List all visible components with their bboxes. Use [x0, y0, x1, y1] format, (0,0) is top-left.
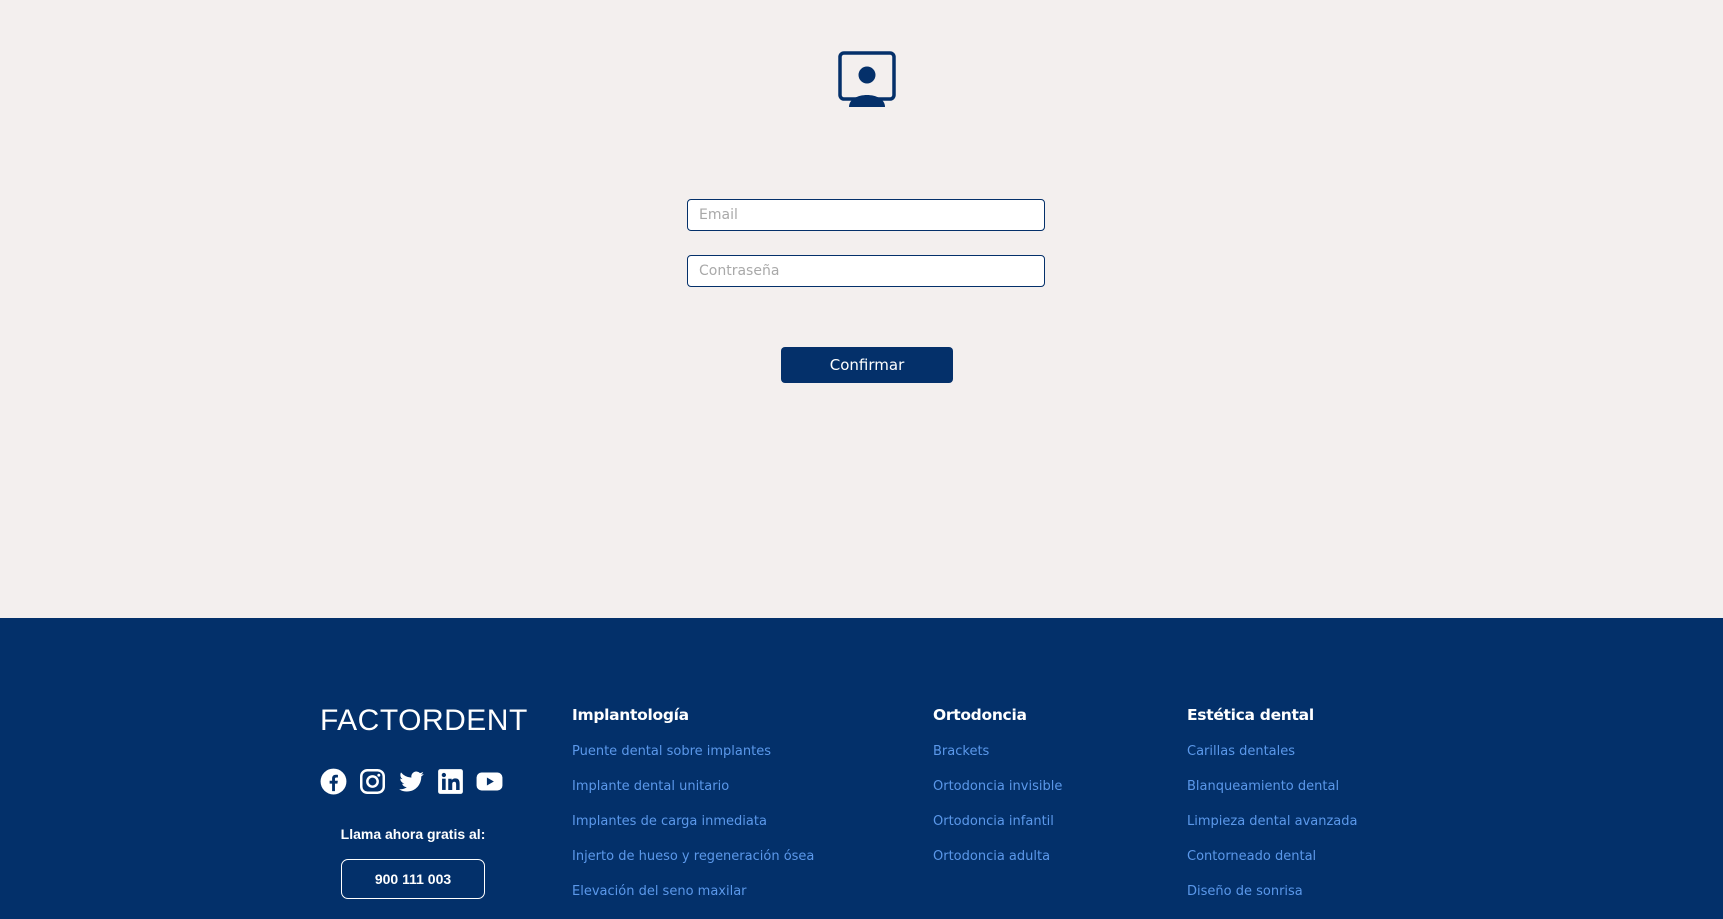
youtube-icon[interactable]	[476, 768, 503, 795]
login-section: Confirmar	[0, 0, 1723, 618]
footer-link[interactable]: Ortodoncia infantil	[933, 814, 1054, 829]
instagram-icon[interactable]	[359, 768, 386, 795]
footer-link[interactable]: Implante dental unitario	[572, 779, 729, 794]
phone-button[interactable]: 900 111 003	[341, 859, 485, 899]
footer-brand: FACTORDENT	[320, 704, 528, 737]
footer-link[interactable]: Contorneado dental	[1187, 849, 1316, 864]
column-title: Ortodoncia	[933, 706, 1027, 724]
footer-link[interactable]: Diseño de sonrisa	[1187, 884, 1303, 899]
footer-link[interactable]: Ortodoncia invisible	[933, 779, 1062, 794]
twitter-icon[interactable]	[398, 768, 425, 795]
linkedin-icon[interactable]	[437, 768, 464, 795]
footer-link[interactable]: Blanqueamiento dental	[1187, 779, 1339, 794]
confirm-button[interactable]: Confirmar	[781, 347, 953, 383]
footer-link[interactable]: Limpieza dental avanzada	[1187, 814, 1357, 829]
footer-column-implantologia: Implantología Puente dental sobre implan…	[572, 706, 814, 915]
column-title: Estética dental	[1187, 706, 1314, 724]
email-field[interactable]	[687, 199, 1045, 231]
footer-link[interactable]: Elevación del seno maxilar	[572, 884, 747, 899]
call-label: Llama ahora gratis al:	[340, 826, 486, 842]
password-field[interactable]	[687, 255, 1045, 287]
social-links	[320, 768, 503, 795]
footer-link[interactable]: Carillas dentales	[1187, 744, 1295, 759]
footer-column-ortodoncia: Ortodoncia Brackets Ortodoncia invisible…	[933, 706, 1062, 880]
footer-link[interactable]: Puente dental sobre implantes	[572, 744, 771, 759]
footer-link[interactable]: Ortodoncia adulta	[933, 849, 1050, 864]
footer: FACTORDENT Llama ahora gratis al: 900 11…	[0, 618, 1723, 919]
facebook-icon[interactable]	[320, 768, 347, 795]
user-screen-icon	[838, 51, 896, 107]
footer-column-estetica-dental: Estética dental Carillas dentales Blanqu…	[1187, 706, 1357, 915]
footer-link[interactable]: Injerto de hueso y regeneración ósea	[572, 849, 814, 864]
footer-link[interactable]: Brackets	[933, 744, 989, 759]
footer-link[interactable]: Implantes de carga inmediata	[572, 814, 767, 829]
column-title: Implantología	[572, 706, 689, 724]
